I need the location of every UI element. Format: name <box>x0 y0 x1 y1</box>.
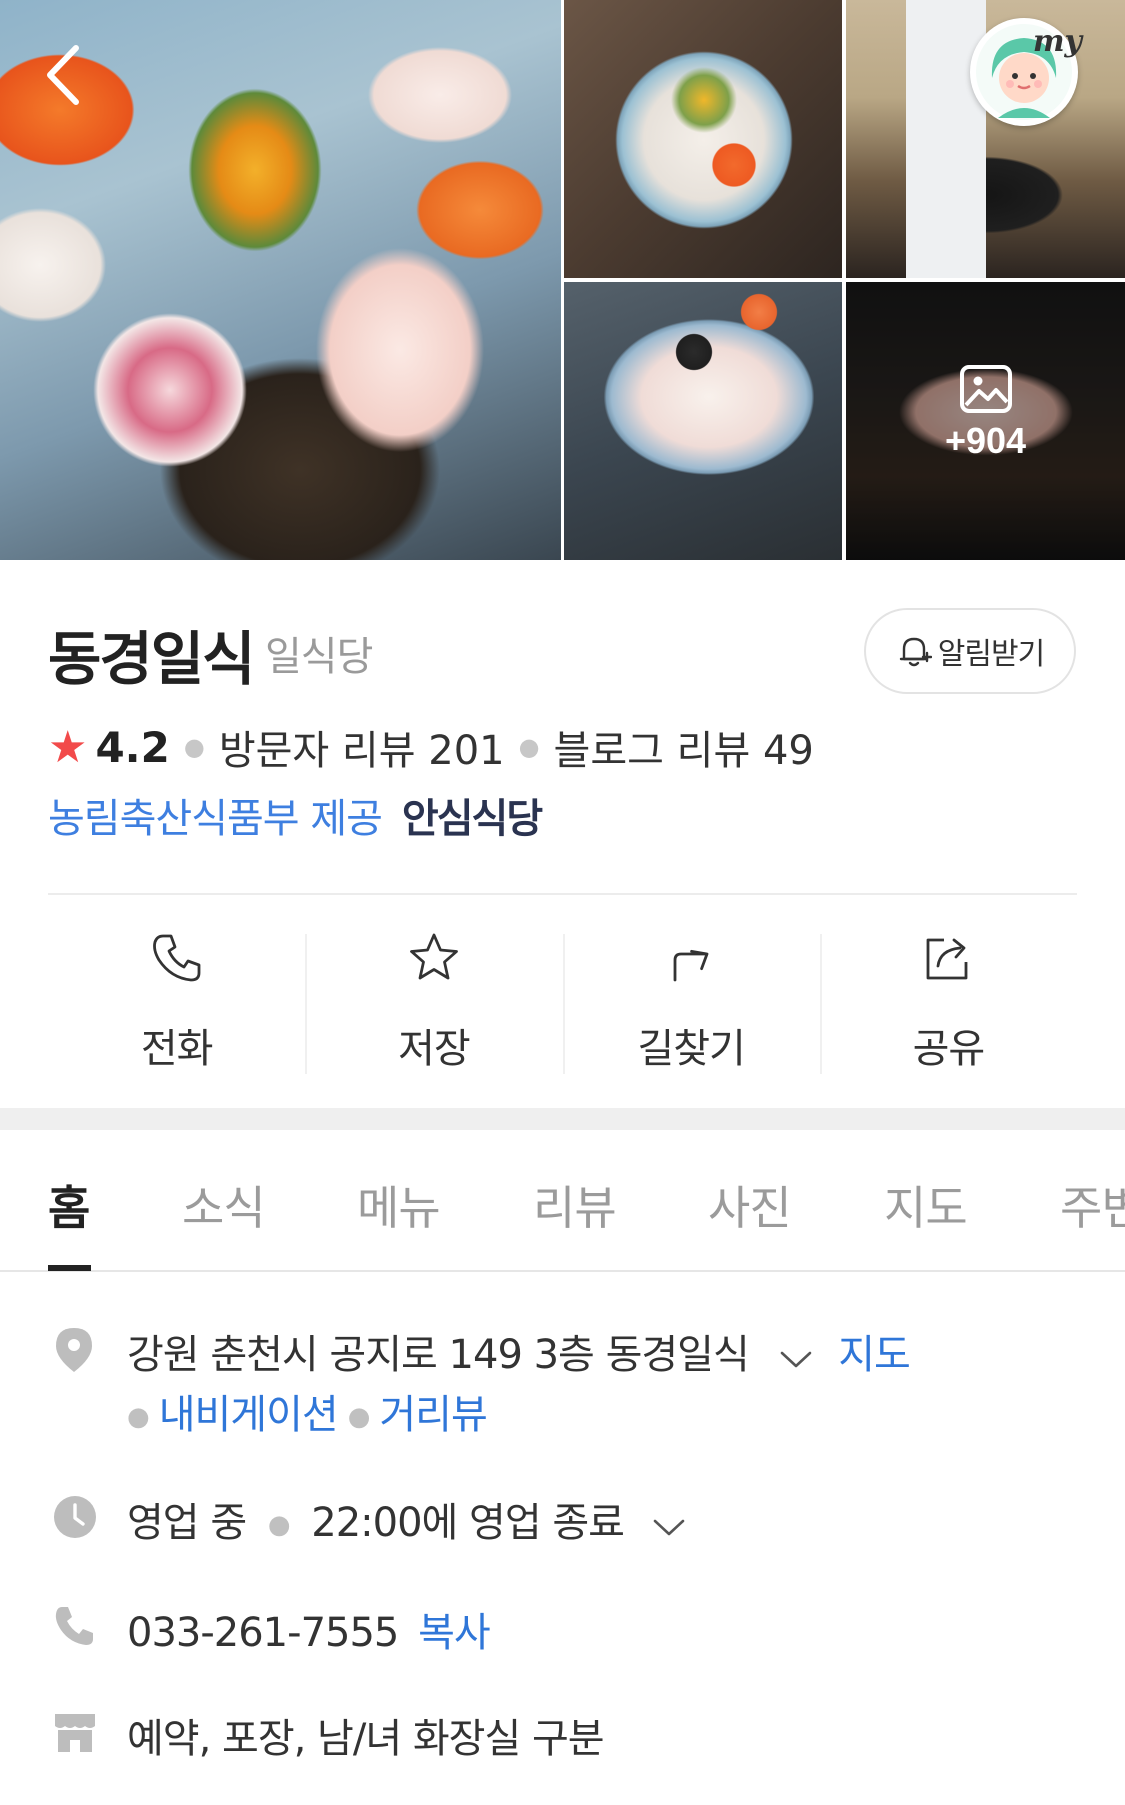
photo-thumbnail-3[interactable] <box>564 282 842 560</box>
phone-row: 033-261-7555 복사 <box>127 1600 491 1658</box>
separator-dot: ● <box>347 1402 371 1432</box>
my-profile-button[interactable]: my <box>970 18 1082 126</box>
phone-icon <box>149 930 205 986</box>
photo-count-overlay: +904 <box>846 364 1125 462</box>
share-label: 공유 <box>912 1026 986 1072</box>
divider <box>48 893 1077 895</box>
safe-restaurant-mark: 안심식당 <box>401 796 543 842</box>
separator-dot: ● <box>518 733 540 761</box>
hours-row[interactable]: 영업 중 ● 22:00에 영업 종료 <box>127 1490 686 1548</box>
section-divider <box>0 1108 1125 1130</box>
amenities-text: 예약, 포장, 남/녀 화장실 구분 <box>127 1716 605 1762</box>
rating-row: ★ 4.2 ● 방문자 리뷰 201 ● 블로그 리뷰 49 <box>48 718 814 776</box>
tab-photo[interactable]: 사진 <box>708 1172 792 1238</box>
alarm-label: 알림받기 <box>937 637 1045 672</box>
visitor-review-link[interactable]: 방문자 리뷰 201 <box>219 718 505 776</box>
chevron-down-icon <box>780 1351 811 1368</box>
directions-label: 길찾기 <box>637 1026 745 1072</box>
rating-value: 4.2 <box>95 722 170 772</box>
certification-provider[interactable]: 농림축산식품부 제공 <box>48 786 383 844</box>
save-button[interactable]: 저장 <box>305 930 562 1074</box>
address-row: 강원 춘천시 공지로 149 3층 동경일식 지도 <box>127 1322 911 1380</box>
place-category: 일식당 <box>265 634 373 680</box>
tab-menu[interactable]: 메뉴 <box>357 1172 441 1238</box>
alarm-button[interactable]: 알림받기 <box>864 608 1076 694</box>
tab-review[interactable]: 리뷰 <box>533 1172 617 1238</box>
hours-detail: 22:00에 영업 종료 <box>311 1500 625 1546</box>
phone-icon <box>52 1604 96 1652</box>
separator-dot: ● <box>267 1510 291 1540</box>
star-icon <box>406 930 462 986</box>
chevron-left-icon <box>47 45 79 105</box>
tab-home[interactable]: 홈 <box>48 1172 90 1238</box>
chevron-down-icon <box>653 1519 684 1536</box>
tab-news[interactable]: 소식 <box>182 1172 266 1238</box>
amenities-row: 예약, 포장, 남/녀 화장실 구분 <box>127 1706 605 1764</box>
call-button[interactable]: 전화 <box>48 930 305 1072</box>
photo-thumbnail-1[interactable] <box>564 0 842 278</box>
tab-nearby[interactable]: 주변 <box>1060 1172 1125 1238</box>
call-label: 전화 <box>140 1026 214 1072</box>
active-tab-indicator <box>48 1265 91 1271</box>
more-photos-count: +904 <box>944 420 1027 461</box>
image-icon <box>959 364 1013 418</box>
star-rating-icon: ★ <box>48 721 88 773</box>
tab-bar: 홈 소식 메뉴 리뷰 사진 지도 주변 <box>0 1130 1125 1272</box>
copy-phone-button[interactable]: 복사 <box>418 1610 491 1656</box>
directions-button[interactable]: 길찾기 <box>562 930 820 1074</box>
photo-gallery: +904 my <box>0 0 1125 560</box>
navigation-link[interactable]: 내비게이션 <box>159 1392 339 1438</box>
address-expand-button[interactable] <box>779 1334 813 1380</box>
photo-more-button[interactable]: +904 <box>846 282 1125 560</box>
blog-review-link[interactable]: 블로그 리뷰 49 <box>554 718 814 776</box>
directions-icon <box>663 930 719 986</box>
phone-number[interactable]: 033-261-7555 <box>127 1610 399 1656</box>
store-icon <box>52 1710 98 1758</box>
hours-expand-button[interactable] <box>652 1502 686 1548</box>
street-view-link[interactable]: 거리뷰 <box>379 1392 487 1438</box>
navigation-row: ● 내비게이션 ● 거리뷰 <box>127 1382 488 1440</box>
save-label: 저장 <box>398 1026 471 1072</box>
address-text: 강원 춘천시 공지로 149 3층 동경일식 <box>127 1332 750 1378</box>
location-pin-icon <box>52 1326 96 1378</box>
my-label-icon: my <box>1032 24 1082 59</box>
certification-row: 농림축산식품부 제공 안심식당 <box>48 786 543 844</box>
tab-map[interactable]: 지도 <box>884 1172 968 1238</box>
hours-status: 영업 중 <box>127 1500 247 1546</box>
back-button[interactable] <box>40 42 90 108</box>
share-button[interactable]: 공유 <box>819 930 1077 1074</box>
map-link[interactable]: 지도 <box>838 1332 911 1378</box>
action-bar: 전화 저장 길찾기 공유 <box>48 930 1077 1074</box>
share-icon <box>920 930 976 986</box>
bell-plus-icon <box>899 637 932 667</box>
place-name: 동경일식 <box>48 625 255 693</box>
separator-dot: ● <box>127 1402 150 1432</box>
clock-icon <box>52 1494 98 1544</box>
separator-dot: ● <box>183 733 205 761</box>
